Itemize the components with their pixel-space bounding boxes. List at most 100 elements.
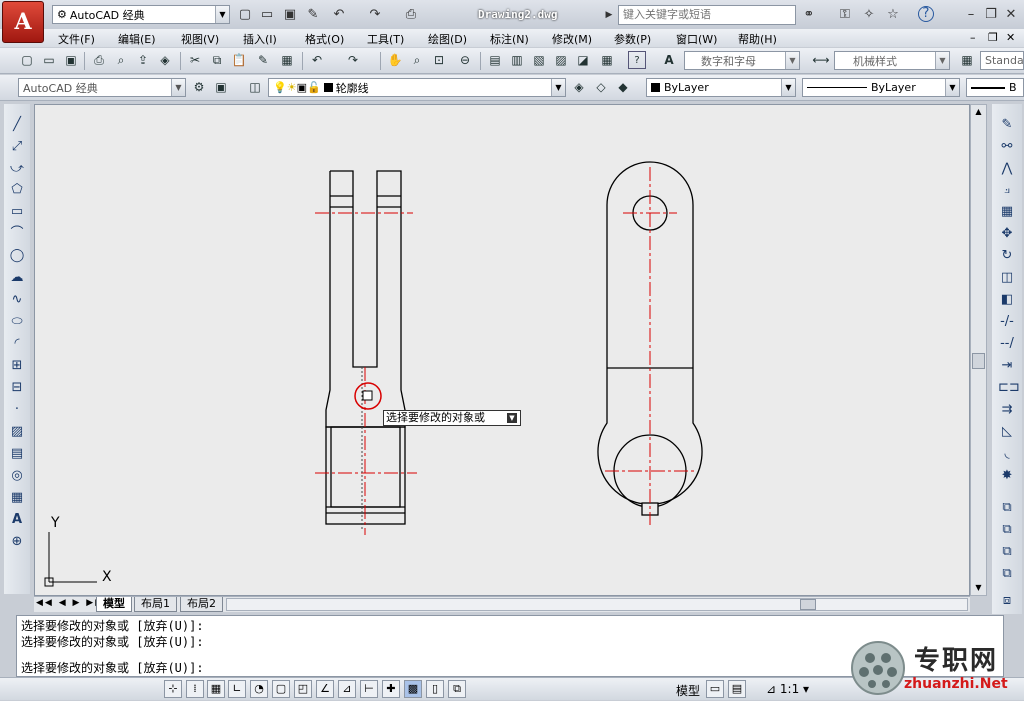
pan-icon[interactable]: ✋	[386, 51, 404, 69]
menu-draw[interactable]: 绘图(D)	[428, 31, 467, 47]
model-space-label[interactable]: 模型	[676, 682, 700, 699]
text-style-icon[interactable]: A	[660, 51, 678, 69]
copy-object-icon[interactable]: ⚯	[998, 138, 1016, 156]
quick-view-drawings-icon[interactable]: ▤	[728, 680, 746, 698]
insert-block-icon[interactable]: ⊞	[8, 357, 26, 375]
close-button[interactable]: ✕	[1002, 6, 1020, 24]
help-icon[interactable]: ?	[918, 6, 934, 22]
binoculars-icon[interactable]: ⚭	[800, 6, 818, 24]
join-icon[interactable]: ⇉	[998, 401, 1016, 419]
tool-palettes-icon[interactable]: ▧	[530, 51, 548, 69]
save-icon[interactable]: ▣	[281, 6, 299, 24]
stretch-icon[interactable]: ◧	[998, 291, 1016, 309]
arrow-down-icon[interactable]: ▼	[507, 413, 517, 423]
revision-cloud-icon[interactable]: ☁	[8, 269, 26, 287]
qnew-icon[interactable]: ▢	[18, 51, 36, 69]
star-icon[interactable]: ☆	[884, 6, 902, 24]
redo-icon[interactable]: ↷	[344, 51, 362, 69]
layer-properties-icon[interactable]: ◫	[246, 78, 264, 96]
add-selected-icon[interactable]: ⊕	[8, 533, 26, 551]
arc-icon[interactable]: ⌒	[8, 225, 26, 243]
application-menu-button[interactable]: A	[2, 1, 44, 43]
paste-icon[interactable]: 📋	[230, 51, 248, 69]
hatch-icon[interactable]: ▨	[8, 423, 26, 441]
restore-button[interactable]: ❐	[982, 6, 1000, 24]
scroll-thumb[interactable]	[972, 353, 985, 369]
circle-icon[interactable]: ◯	[8, 247, 26, 265]
bring-text-front-icon[interactable]: ⧈	[998, 592, 1016, 610]
3d-osnap-icon[interactable]: ◰	[294, 680, 312, 698]
gradient-icon[interactable]: ▤	[8, 445, 26, 463]
zoom-realtime-icon[interactable]: ⌕	[408, 51, 426, 69]
properties-icon[interactable]: ▤	[486, 51, 504, 69]
block-editor-icon[interactable]: ▦	[278, 51, 296, 69]
array-icon[interactable]: ▦	[998, 203, 1016, 221]
layer-state-icon[interactable]: ◆	[614, 78, 632, 96]
publish-icon[interactable]: ⇪	[134, 51, 152, 69]
text-style-select[interactable]: 数字和字母 ▼	[684, 51, 800, 70]
menu-format[interactable]: 格式(O)	[305, 31, 344, 47]
vertical-scrollbar[interactable]: ▲ ▼	[970, 104, 987, 596]
sheet-set-icon[interactable]: ▨	[552, 51, 570, 69]
polygon-icon[interactable]: ⬠	[8, 181, 26, 199]
menu-view[interactable]: 视图(V)	[181, 31, 219, 47]
ducs-icon[interactable]: ⊿	[338, 680, 356, 698]
horizontal-scrollbar[interactable]	[226, 598, 968, 611]
undo-icon[interactable]: ↶	[330, 6, 348, 24]
quick-properties-icon[interactable]: ▯	[426, 680, 444, 698]
ellipse-icon[interactable]: ⬭	[8, 313, 26, 331]
doc-minimize-button[interactable]: –	[970, 31, 976, 44]
zoom-window-icon[interactable]: ⊡	[430, 51, 448, 69]
scale-icon[interactable]: ◫	[998, 269, 1016, 287]
minimize-button[interactable]: –	[962, 6, 980, 24]
menu-modify[interactable]: 修改(M)	[552, 31, 592, 47]
point-icon[interactable]: ·	[8, 401, 26, 419]
layer-select[interactable]: 💡 ☀ ▣ 🔓 轮廓线 ▼	[268, 78, 566, 97]
dim-style-icon[interactable]: ⟷	[812, 51, 830, 69]
plot-preview-icon[interactable]: ⌕	[112, 51, 130, 69]
rotate-icon[interactable]: ↻	[998, 247, 1016, 265]
infer-constraints-icon[interactable]: ⊹	[164, 680, 182, 698]
help-icon[interactable]: ?	[628, 51, 646, 69]
make-block-icon[interactable]: ⊟	[8, 379, 26, 397]
color-select[interactable]: ByLayer ▼	[646, 78, 796, 97]
open-file-icon[interactable]: ▭	[258, 6, 276, 24]
plot-icon[interactable]: ⎙	[90, 51, 108, 69]
tab-layout1[interactable]: 布局1	[134, 597, 177, 612]
zoom-previous-icon[interactable]: ⊖	[456, 51, 474, 69]
markup-icon[interactable]: ◪	[574, 51, 592, 69]
region-icon[interactable]: ◎	[8, 467, 26, 485]
3d-print-icon[interactable]: ◈	[156, 51, 174, 69]
workspace-select[interactable]: AutoCAD 经典 ▼	[18, 78, 186, 97]
redo-icon[interactable]: ↷	[366, 6, 384, 24]
horizontal-scroll-thumb[interactable]	[800, 599, 816, 610]
menu-parametric[interactable]: 参数(P)	[614, 31, 651, 47]
lineweight-select[interactable]: B	[966, 78, 1024, 97]
doc-close-button[interactable]: ✕	[1006, 31, 1015, 44]
line-icon[interactable]: ╱	[8, 116, 26, 134]
osnap-icon[interactable]: ▢	[272, 680, 290, 698]
quick-view-layouts-icon[interactable]: ▭	[706, 680, 724, 698]
copy-icon[interactable]: ⧉	[208, 51, 226, 69]
menu-file[interactable]: 文件(F)	[58, 31, 95, 47]
drawing-canvas[interactable]: Y X	[34, 104, 970, 596]
tab-layout2[interactable]: 布局2	[180, 597, 223, 612]
table-icon[interactable]: ▦	[8, 489, 26, 507]
calculator-icon[interactable]: ▦	[598, 51, 616, 69]
make-current-layer-icon[interactable]: ◈	[570, 78, 588, 96]
erase-icon[interactable]: ✎	[998, 116, 1016, 134]
search-input[interactable]	[618, 5, 796, 25]
cut-icon[interactable]: ✂	[186, 51, 204, 69]
break-at-point-icon[interactable]: ⇥	[998, 357, 1016, 375]
draw-order-under-icon[interactable]: ⧉	[998, 565, 1016, 583]
satellite-icon[interactable]: ✧	[860, 6, 878, 24]
trim-icon[interactable]: -/-	[998, 313, 1016, 331]
polyline-icon[interactable]: ⤻	[8, 160, 26, 178]
explode-icon[interactable]: ✸	[998, 467, 1016, 485]
menu-help[interactable]: 帮助(H)	[738, 31, 777, 47]
ellipse-arc-icon[interactable]: ◜	[8, 335, 26, 353]
polar-icon[interactable]: ◔	[250, 680, 268, 698]
workspace-settings-icon[interactable]: ▣	[212, 78, 230, 96]
mirror-icon[interactable]: ⋀	[998, 160, 1016, 178]
rectangle-icon[interactable]: ▭	[8, 203, 26, 221]
